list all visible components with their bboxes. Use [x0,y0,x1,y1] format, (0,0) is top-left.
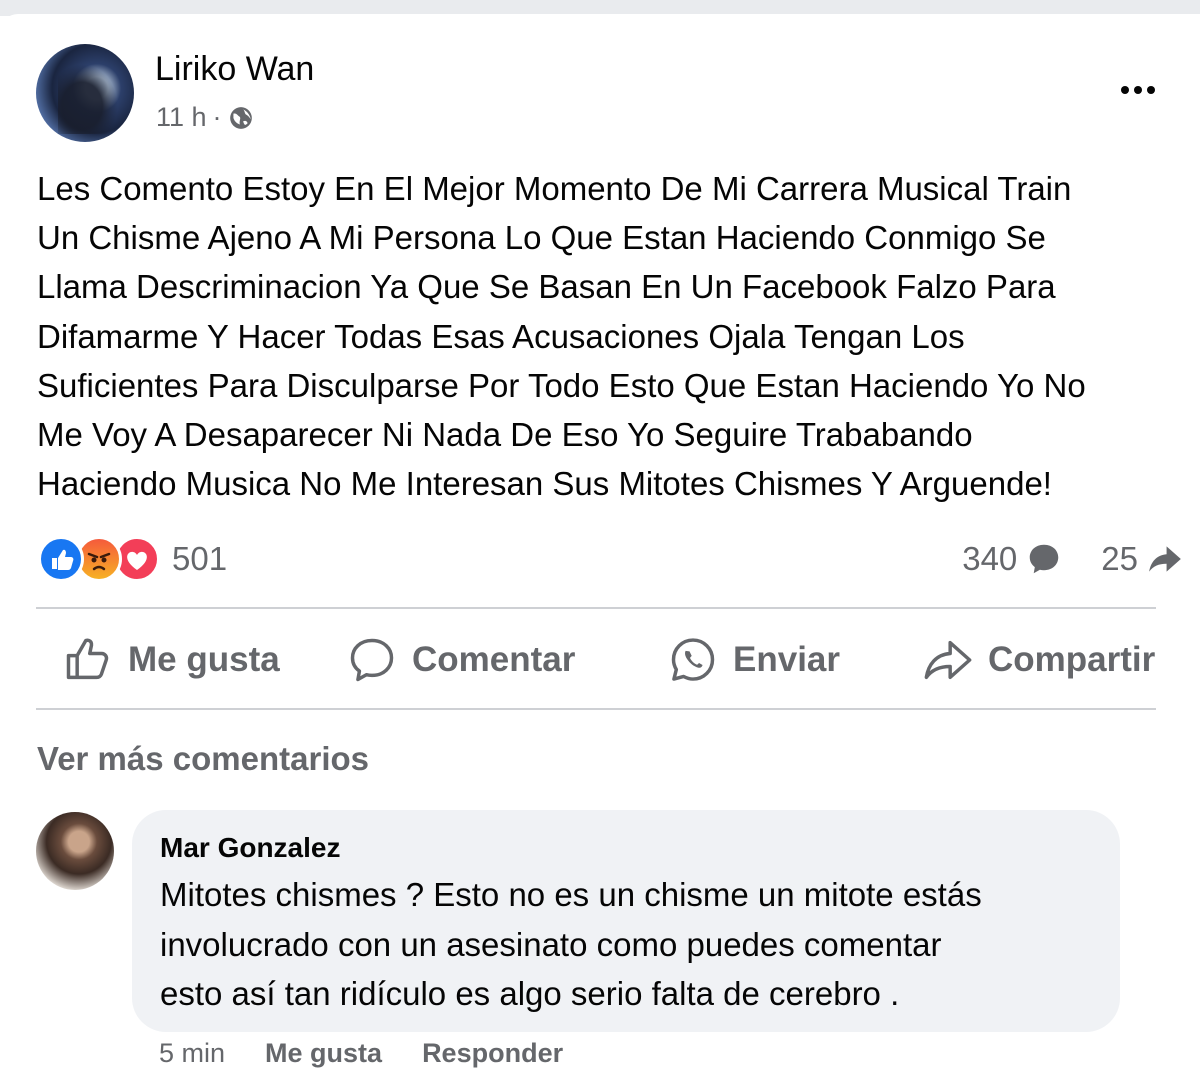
divider [36,607,1156,609]
comment-icon [350,638,394,682]
engagement-stats: 340 25 [962,535,1184,583]
view-more-comments-link[interactable]: Ver más comentarios [37,740,369,778]
comment-reply-button[interactable]: Responder [422,1038,563,1069]
author-avatar[interactable] [36,44,134,142]
thumbs-up-icon [66,638,109,680]
send-label: Enviar [733,640,840,679]
share-button[interactable]: Compartir [922,634,1155,686]
whatsapp-icon [671,638,715,681]
meta-separator: · [212,102,222,132]
post-text: Les Comento Estoy En El Mejor Momento De… [37,170,1086,503]
comment-like-button[interactable]: Me gusta [265,1038,382,1069]
more-options-button[interactable] [1116,80,1160,100]
like-label: Me gusta [128,640,280,679]
like-icon [38,536,84,582]
author-name[interactable]: Liriko Wan [155,50,314,89]
share-count[interactable]: 25 [1101,540,1138,578]
comment-time[interactable]: 5 min [159,1038,225,1069]
post-time[interactable]: 11 h [156,102,207,133]
share-icon [924,640,972,680]
comment-label: Comentar [412,640,576,679]
dot-icon [1134,86,1142,94]
comment-count[interactable]: 340 [962,540,1017,578]
action-bar: Me gusta Comentar Enviar Compartir [36,612,1176,708]
send-button[interactable]: Enviar [667,634,840,686]
commenter-name[interactable]: Mar Gonzalez [160,832,340,864]
share-label: Compartir [988,640,1156,679]
comment-bubble-icon [1030,544,1059,574]
comment-button[interactable]: Comentar [346,634,575,686]
dot-icon [1147,86,1155,94]
commenter-avatar[interactable] [36,812,114,890]
post-meta: 11 h · [156,102,254,133]
like-button[interactable]: Me gusta [62,634,280,686]
comment-text: Mitotes chismes ? Esto no es un chisme u… [160,876,982,1012]
comment-bubble: Mar Gonzalez Mitotes chismes ? Esto no e… [132,810,1120,1032]
avatar-photo [58,64,118,134]
comment-footer: 5 min Me gusta Responder [159,1038,563,1069]
reactions-summary[interactable]: 501 [38,535,227,583]
dot-icon [1121,86,1129,94]
reaction-count: 501 [172,540,228,577]
divider [36,708,1156,710]
share-arrow-icon [1149,546,1181,572]
globe-icon [229,106,252,129]
